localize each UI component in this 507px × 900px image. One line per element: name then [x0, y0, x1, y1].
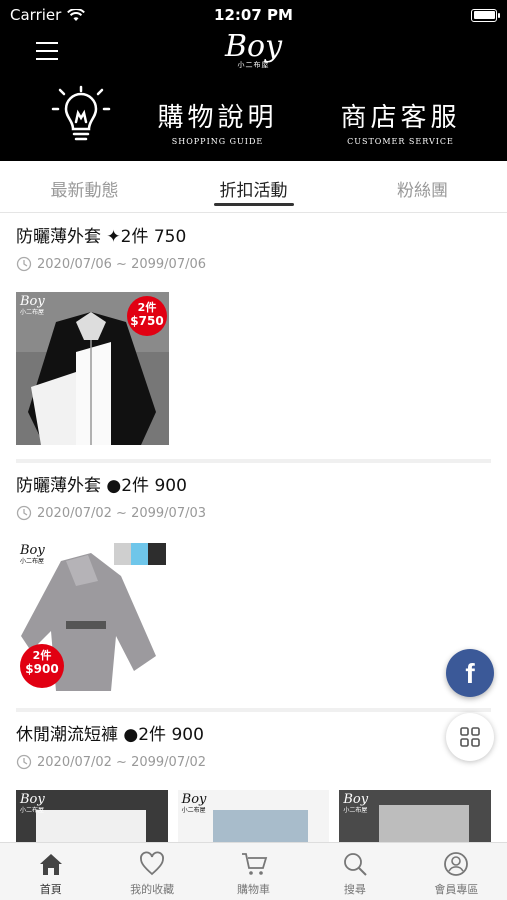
post-date-range: 2020/07/02 ~ 2099/07/03	[16, 505, 491, 521]
grid-icon	[460, 727, 480, 747]
product-thumbnail[interactable]: Boy 小二布屋	[16, 790, 168, 842]
post-images: Boy 小二布屋 Boy 小二布屋 Boy 小二布屋	[16, 790, 492, 842]
thumb-logo-subtext: 小二布屋	[20, 309, 45, 316]
facebook-icon: f	[465, 658, 475, 689]
user-icon	[444, 852, 469, 876]
promo-badge: 2件 $750	[127, 296, 167, 336]
post-images: Boy 小二布屋 2件 $900	[16, 541, 491, 694]
post-date-range: 2020/07/06 ~ 2099/07/06	[16, 256, 491, 272]
clock-icon	[16, 505, 32, 521]
badge-price: $900	[25, 662, 59, 676]
badge-qty: 2件	[137, 301, 157, 314]
carrier-label: Carrier	[10, 6, 62, 24]
badge-qty: 2件	[32, 649, 52, 662]
post-date-range: 2020/07/02 ~ 2099/07/02	[16, 754, 491, 770]
post-title: 防曬薄外套 ✦2件 750	[16, 227, 187, 247]
thumb-logo-subtext: 小二布屋	[20, 558, 45, 565]
thumb-logo-subtext: 小二布屋	[181, 807, 206, 814]
nav-member-label: 會員專區	[434, 883, 479, 896]
product-thumbnail[interactable]: Boy 小二布屋 2件 $900	[16, 541, 169, 694]
lightbulb-icon	[51, 85, 111, 141]
post-date-text: 2020/07/02 ~ 2099/07/02	[37, 754, 207, 770]
nav-home-label: 首頁	[39, 883, 62, 896]
shopping-guide-title: 購物說明	[157, 103, 278, 133]
thumb-brand-logo: Boy 小二布屋	[20, 543, 45, 565]
grid-menu-button[interactable]	[446, 713, 494, 761]
logo-subtext: 小二布屋	[237, 61, 270, 69]
nav-search[interactable]: 搜尋	[304, 843, 405, 900]
shopping-guide-subtitle: SHOPPING GUIDE	[171, 137, 264, 146]
home-icon	[39, 854, 62, 875]
thumb-logo-subtext: 小二布屋	[343, 807, 368, 814]
tab-fan-page[interactable]: 粉絲團	[338, 161, 507, 212]
heart-icon	[140, 851, 165, 876]
cart-icon	[241, 853, 267, 875]
nav-home[interactable]: 首頁	[0, 843, 101, 900]
post-date-text: 2020/07/06 ~ 2099/07/06	[37, 256, 207, 272]
promotion-feed: 防曬薄外套 ✦2件 750 2020/07/06 ~ 2099/07/06 Bo…	[0, 214, 507, 842]
brand-logo: Boy 小二布屋	[0, 32, 507, 70]
customer-service-subtitle: CUSTOMER SERVICE	[347, 137, 454, 146]
promo-post[interactable]: 防曬薄外套 ✦2件 750 2020/07/06 ~ 2099/07/06 Bo…	[0, 214, 507, 463]
post-images: Boy 小二布屋 2件 $750	[16, 292, 491, 445]
shopping-guide-link[interactable]: 購物說明 SHOPPING GUIDE	[145, 103, 290, 146]
post-title: 休閒潮流短褲 ●2件 900	[16, 725, 204, 745]
thumb-logo-subtext: 小二布屋	[20, 807, 45, 814]
clock-icon	[16, 754, 32, 770]
clock-icon	[16, 256, 32, 272]
post-title: 防曬薄外套 ●2件 900	[16, 476, 187, 496]
logo-text: Boy	[224, 29, 283, 64]
tab-latest-news[interactable]: 最新動態	[0, 161, 169, 212]
bottom-navigation: 首頁 我的收藏 購物車 搜尋 會員專區	[0, 842, 507, 900]
product-thumbnail[interactable]: Boy 小二布屋	[177, 790, 330, 842]
product-thumbnail[interactable]: Boy 小二布屋 2件 $750	[16, 292, 169, 445]
wifi-icon	[67, 8, 86, 21]
nav-cart-label: 購物車	[237, 883, 271, 896]
tab-bar: 最新動態 折扣活動 粉絲團	[0, 161, 507, 213]
thumb-brand-logo: Boy 小二布屋	[343, 792, 368, 814]
status-bar: Carrier 12:07 PM	[0, 0, 507, 30]
thumb-brand-logo: Boy 小二布屋	[182, 792, 207, 814]
product-thumbnail[interactable]: Boy 小二布屋	[339, 790, 492, 842]
customer-service-title: 商店客服	[340, 103, 461, 133]
promo-badge: 2件 $900	[20, 644, 64, 688]
nav-cart[interactable]: 購物車	[203, 843, 304, 900]
nav-favorites-label: 我的收藏	[130, 883, 175, 896]
facebook-button[interactable]: f	[446, 649, 494, 697]
app-screen: Carrier 12:07 PM Boy 小二布屋 購物說明 SHOPPING …	[0, 0, 507, 900]
thumb-brand-logo: Boy 小二布屋	[20, 792, 45, 814]
battery-icon	[471, 8, 500, 22]
post-date-text: 2020/07/02 ~ 2099/07/03	[37, 505, 207, 521]
app-header: Boy 小二布屋	[0, 30, 507, 76]
badge-price: $750	[130, 314, 164, 328]
promo-post[interactable]: 休閒潮流短褲 ●2件 900 2020/07/02 ~ 2099/07/02 B…	[0, 712, 507, 842]
info-banner: 購物說明 SHOPPING GUIDE 商店客服 CUSTOMER SERVIC…	[0, 76, 507, 161]
customer-service-link[interactable]: 商店客服 CUSTOMER SERVICE	[328, 103, 473, 146]
promo-post[interactable]: 防曬薄外套 ●2件 900 2020/07/02 ~ 2099/07/03 Bo…	[0, 463, 507, 712]
thumb-brand-logo: Boy 小二布屋	[20, 294, 45, 316]
search-icon	[344, 853, 367, 876]
nav-favorites[interactable]: 我的收藏	[101, 843, 202, 900]
tab-discounts[interactable]: 折扣活動	[169, 161, 338, 212]
status-left: Carrier	[10, 6, 86, 24]
nav-search-label: 搜尋	[343, 883, 366, 896]
nav-member[interactable]: 會員專區	[406, 843, 507, 900]
